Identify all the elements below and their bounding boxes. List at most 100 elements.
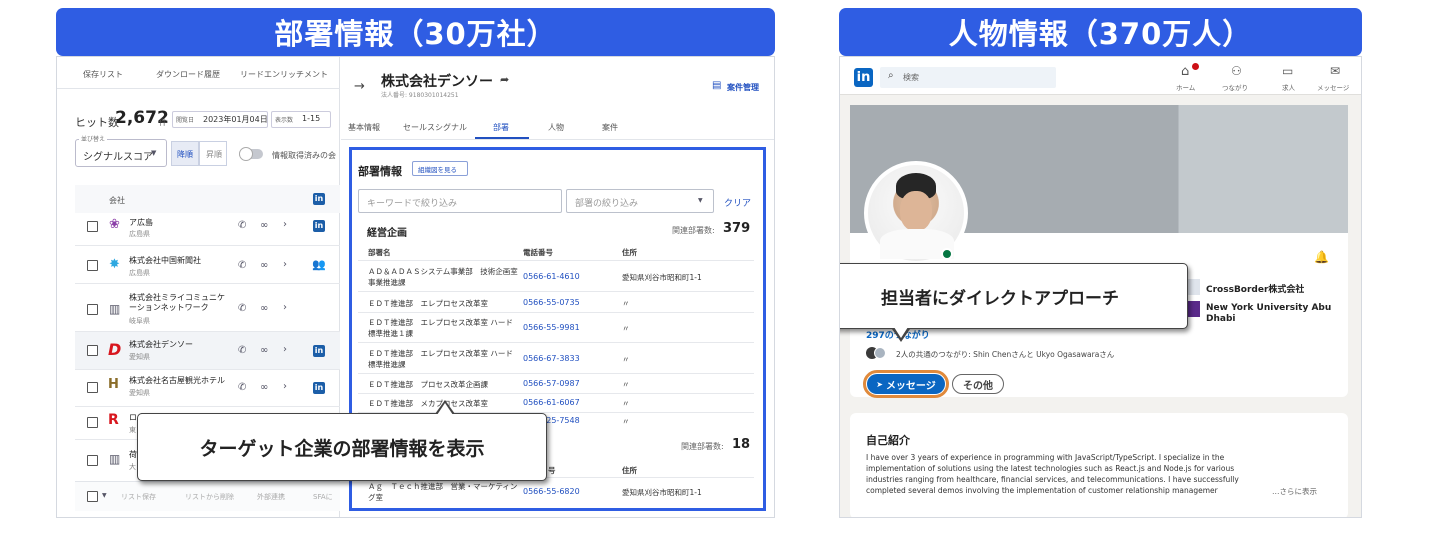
company-name[interactable]: ア広島	[129, 217, 153, 228]
case-management-button[interactable]: 案件管理	[727, 82, 759, 93]
detail-company-name: 株式会社デンソー	[381, 74, 493, 90]
dept-phone-link[interactable]: 0566-61-6067	[523, 398, 580, 407]
company-pref: 愛知県	[129, 353, 150, 361]
about-line-3: industries ranging from healthcare, fina…	[866, 475, 1239, 484]
link-icon[interactable]: ∞	[260, 220, 268, 231]
action-save-list[interactable]: リスト保存	[121, 492, 156, 502]
dept-info-banner-title: 部署情報（30万社）	[274, 17, 557, 51]
nav-home[interactable]: ホーム	[1176, 82, 1195, 92]
linkedin-logo-text: in	[856, 70, 871, 85]
message-icon[interactable]: ✉	[1330, 64, 1340, 78]
linkedin-icon[interactable]: in	[313, 382, 325, 394]
person-info-banner-title: 人物情報（370万人）	[948, 17, 1253, 51]
dept-address: 〃	[622, 399, 630, 408]
dept-phone-link[interactable]: 0566-55-9981	[523, 323, 580, 332]
row-checkbox[interactable]	[87, 417, 98, 428]
tab-download-history[interactable]: ダウンロード履歴	[156, 69, 220, 80]
range-filter-label: 表示数	[275, 117, 294, 124]
tab-saved-list[interactable]: 保存リスト	[83, 69, 123, 80]
dept-address: 愛知県刈谷市昭和町1-1	[622, 488, 702, 497]
row-checkbox[interactable]	[87, 260, 98, 271]
people-icon[interactable]: 👥	[312, 258, 326, 271]
company-name[interactable]: 株式会社デンソー	[129, 339, 193, 350]
chevron-right-icon[interactable]: ›	[283, 344, 287, 355]
education-school[interactable]: New York University Abu Dhabi	[1206, 303, 1336, 325]
chevron-down-icon: ▼	[698, 197, 703, 204]
phone-icon[interactable]: ✆	[238, 220, 246, 231]
tab-people[interactable]: 人物	[548, 122, 564, 133]
dept-address: 〃	[622, 324, 630, 333]
dept-filter-placeholder: 部署の絞り込み	[575, 199, 639, 209]
link-icon[interactable]: ∞	[260, 345, 268, 356]
arrow-right-icon[interactable]: →	[354, 79, 365, 94]
dept-app-screenshot: 保存リスト ダウンロード履歴 リードエンリッチメント ヒット数 2,672 件 …	[56, 56, 775, 518]
see-more-link[interactable]: …さらに表示	[1272, 486, 1317, 497]
other-button[interactable]: その他	[952, 374, 1004, 394]
select-all-checkbox[interactable]	[87, 491, 98, 502]
dept-name: ＥＤＴ推進部 エレプロセス改革室 ハード標準推進１課	[368, 318, 513, 338]
link-icon[interactable]: ∞	[260, 382, 268, 393]
company-name[interactable]: 株式会社名古屋観光ホテル	[129, 375, 225, 386]
company-pref: 東	[129, 426, 136, 434]
col-phone: 号	[548, 466, 556, 475]
company-logo-icon: ❀	[109, 217, 120, 232]
row-checkbox[interactable]	[87, 345, 98, 356]
hit-count-unit: 件	[159, 118, 167, 127]
company-name[interactable]: 株式会社ミライコミュニケ ーションネットワーク	[129, 293, 234, 313]
mutual-connections[interactable]: 2人の共通のつながり: Shin Chenさんと Ukyo Ogasawaraさ…	[896, 349, 1114, 360]
company-name[interactable]: 荷	[129, 449, 137, 460]
hotel-logo-icon: H	[108, 377, 119, 392]
link-icon[interactable]: ∞	[260, 260, 268, 271]
person-info-banner: 人物情報（370万人）	[839, 8, 1362, 56]
nav-jobs[interactable]: 求人	[1282, 82, 1295, 92]
row-checkbox[interactable]	[87, 382, 98, 393]
chevron-right-icon[interactable]: ›	[283, 259, 287, 270]
row-checkbox[interactable]	[87, 304, 98, 315]
link-icon[interactable]: ∞	[260, 303, 268, 314]
clear-button[interactable]: クリア	[724, 196, 751, 209]
dept-phone-link[interactable]: 0566-67-3833	[523, 354, 580, 363]
phone-icon[interactable]: ✆	[238, 345, 246, 356]
row-checkbox[interactable]	[87, 221, 98, 232]
linkedin-icon[interactable]: in	[313, 345, 325, 357]
bell-icon[interactable]: 🔔	[1314, 250, 1329, 264]
dept-phone-link[interactable]: 0566-61-4610	[523, 272, 580, 281]
jobs-icon[interactable]: ▭	[1282, 64, 1293, 78]
nav-messages[interactable]: メッセージ	[1317, 82, 1349, 92]
message-button[interactable]: ➤ メッセージ	[867, 374, 945, 394]
dept-address: 〃	[622, 417, 630, 426]
share-icon[interactable]: ➦	[500, 73, 509, 86]
row-checkbox[interactable]	[87, 455, 98, 466]
company-logo-icon: ✸	[109, 257, 120, 272]
action-sfa[interactable]: SFAに	[313, 492, 333, 502]
dept-phone-link[interactable]: 0566-57-0987	[523, 379, 580, 388]
company-name[interactable]: 株式会社中国新聞社	[129, 255, 201, 266]
col-address: 住所	[622, 466, 637, 475]
phone-icon[interactable]: ✆	[238, 382, 246, 393]
linkedin-logo-icon[interactable]: in	[854, 68, 873, 87]
linkedin-icon[interactable]: in	[313, 220, 325, 232]
experience-company[interactable]: CrossBorder株式会社	[1206, 282, 1304, 295]
chevron-right-icon[interactable]: ›	[283, 381, 287, 392]
tab-cases[interactable]: 案件	[602, 122, 618, 133]
tab-basic-info[interactable]: 基本情報	[348, 122, 380, 133]
phone-icon[interactable]: ✆	[238, 303, 246, 314]
chevron-down-icon[interactable]: ▼	[102, 492, 107, 499]
chevron-right-icon[interactable]: ›	[283, 219, 287, 230]
about-line-4: completed several demos involving the im…	[866, 486, 1218, 495]
tab-sales-signal[interactable]: セールスシグナル	[403, 122, 467, 133]
send-icon: ➤	[876, 379, 883, 389]
row-divider	[358, 291, 754, 292]
tab-lead-enrichment[interactable]: リードエンリッチメント	[240, 69, 340, 80]
dept-phone-link[interactable]: 0566-55-0735	[523, 298, 580, 307]
org-chart-label: 組織図を見る	[418, 166, 457, 174]
tab-departments[interactable]: 部署	[493, 122, 509, 133]
action-remove-list[interactable]: リストから削除	[185, 492, 234, 502]
chevron-right-icon[interactable]: ›	[283, 302, 287, 313]
action-external[interactable]: 外部連携	[257, 492, 285, 502]
phone-icon[interactable]: ✆	[238, 260, 246, 271]
dept-phone-link[interactable]: 0566-55-6820	[523, 487, 580, 496]
home-icon[interactable]: ⌂	[1181, 64, 1189, 79]
nav-network[interactable]: つながり	[1222, 82, 1248, 92]
network-icon[interactable]: ⚇	[1231, 64, 1242, 78]
